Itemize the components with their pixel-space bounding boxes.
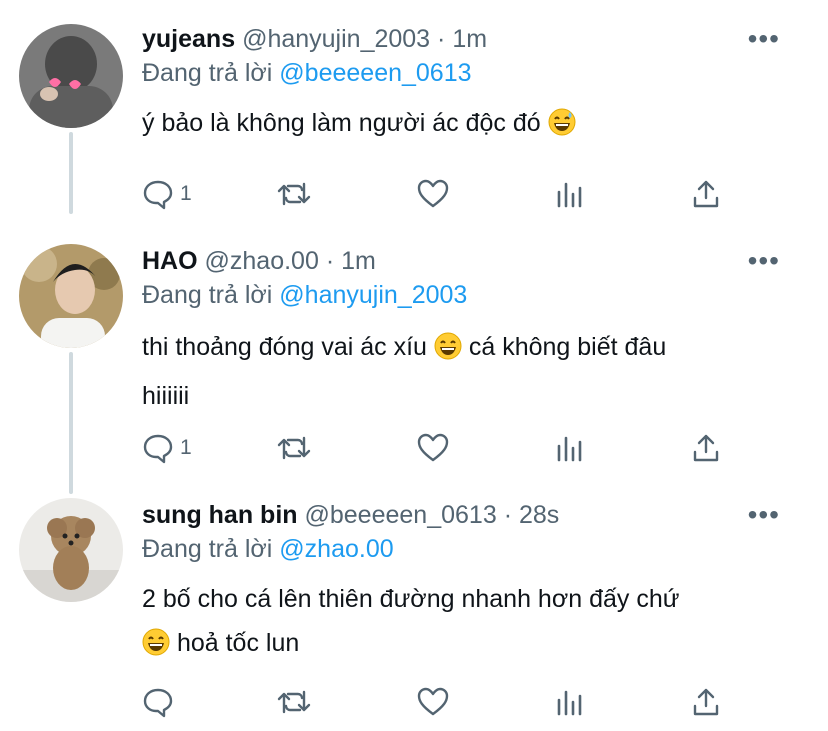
reply-button[interactable] bbox=[142, 684, 180, 720]
display-name[interactable]: HAO bbox=[142, 247, 198, 275]
display-name[interactable]: sung han bin bbox=[142, 501, 298, 529]
thread-connector bbox=[69, 132, 73, 214]
tweet-actions bbox=[142, 684, 742, 720]
tweet-body: sung han bin @beeeeen_0613 · 28s ••• Đan… bbox=[142, 500, 808, 670]
replying-to: Đang trả lời @hanyujin_2003 bbox=[142, 279, 808, 311]
reply-icon bbox=[143, 434, 173, 464]
share-button[interactable] bbox=[690, 684, 722, 720]
reply-icon bbox=[143, 688, 173, 718]
tweet-text-line: 2 bố cho cá lên thiên đường nhanh hơn đấ… bbox=[142, 585, 680, 613]
separator: · bbox=[503, 501, 513, 529]
analytics-button[interactable] bbox=[555, 430, 585, 466]
user-handle[interactable]: @hanyujin_2003 bbox=[242, 25, 430, 53]
display-name[interactable]: yujeans bbox=[142, 25, 235, 53]
reply-count: 1 bbox=[180, 436, 192, 459]
tweet-text-line: hoả tốc lun bbox=[176, 629, 300, 657]
like-button[interactable] bbox=[416, 176, 450, 212]
reply-count: 1 bbox=[180, 182, 192, 205]
replying-to-label: Đang trả lời bbox=[142, 535, 273, 563]
avatar[interactable] bbox=[19, 24, 123, 128]
reply-button[interactable]: 1 bbox=[142, 176, 192, 212]
grin-emoji-icon bbox=[434, 330, 462, 374]
share-icon bbox=[693, 180, 719, 208]
tweet-body: yujeans @hanyujin_2003 · 1m ••• Đang trả… bbox=[142, 24, 808, 150]
grinning-sweat-emoji-icon bbox=[548, 106, 576, 150]
avatar[interactable] bbox=[19, 498, 123, 602]
tweet-text: 2 bố cho cá lên thiên đường nhanh hơn đấ… bbox=[142, 577, 808, 670]
tweet-text-line: thi thoảng đóng vai ác xíu bbox=[142, 333, 427, 361]
separator: · bbox=[325, 247, 335, 275]
analytics-button[interactable] bbox=[555, 176, 585, 212]
grin-emoji-icon bbox=[142, 626, 170, 670]
replying-to-handle[interactable]: @hanyujin_2003 bbox=[279, 281, 467, 309]
share-button[interactable] bbox=[690, 176, 722, 212]
share-icon bbox=[693, 434, 719, 462]
replying-to: Đang trả lời @zhao.00 bbox=[142, 533, 808, 565]
reply-icon bbox=[143, 180, 173, 210]
like-button[interactable] bbox=[416, 684, 450, 720]
retweet-icon bbox=[277, 182, 311, 206]
retweet-button[interactable] bbox=[276, 684, 312, 720]
replying-to: Đang trả lời @beeeeen_0613 bbox=[142, 57, 808, 89]
like-button[interactable] bbox=[416, 430, 450, 466]
heart-icon bbox=[417, 687, 449, 716]
tweet-body: HAO @zhao.00 · 1m ••• Đang trả lời @hany… bbox=[142, 246, 808, 418]
tweet-text-line: hiiiiii bbox=[142, 382, 190, 410]
analytics-icon bbox=[557, 182, 582, 208]
retweet-icon bbox=[277, 436, 311, 460]
replying-to-handle[interactable]: @beeeeen_0613 bbox=[279, 59, 471, 87]
retweet-icon bbox=[277, 690, 311, 714]
tweet-text-line: cá không biết đâu bbox=[468, 333, 667, 361]
timestamp[interactable]: 28s bbox=[519, 501, 559, 529]
tweet-header: yujeans @hanyujin_2003 · 1m bbox=[142, 24, 808, 54]
user-handle[interactable]: @zhao.00 bbox=[205, 247, 319, 275]
timestamp[interactable]: 1m bbox=[452, 25, 487, 53]
timestamp[interactable]: 1m bbox=[341, 247, 376, 275]
thread-connector bbox=[69, 352, 73, 494]
heart-icon bbox=[417, 433, 449, 462]
tweet-actions: 1 bbox=[142, 430, 742, 466]
more-options-icon[interactable]: ••• bbox=[748, 501, 780, 529]
replying-to-label: Đang trả lời bbox=[142, 281, 273, 309]
separator: · bbox=[437, 25, 446, 53]
analytics-icon bbox=[557, 690, 582, 716]
tweet-header: HAO @zhao.00 · 1m bbox=[142, 246, 808, 276]
more-options-icon[interactable]: ••• bbox=[748, 25, 780, 53]
more-options-icon[interactable]: ••• bbox=[748, 247, 780, 275]
replying-to-handle[interactable]: @zhao.00 bbox=[279, 535, 393, 563]
analytics-button[interactable] bbox=[555, 684, 585, 720]
analytics-icon bbox=[557, 436, 582, 462]
replying-to-label: Đang trả lời bbox=[142, 59, 273, 87]
tweet-text: thi thoảng đóng vai ác xíu cá không biết… bbox=[142, 325, 808, 418]
user-handle[interactable]: @beeeeen_0613 bbox=[305, 501, 497, 529]
tweet-text: ý bảo là không làm người ác độc đó bbox=[142, 101, 808, 150]
share-icon bbox=[693, 688, 719, 716]
tweet-header: sung han bin @beeeeen_0613 · 28s bbox=[142, 500, 808, 530]
retweet-button[interactable] bbox=[276, 176, 312, 212]
avatar[interactable] bbox=[19, 244, 123, 348]
tweet-text-content: ý bảo là không làm người ác độc đó bbox=[142, 109, 541, 137]
retweet-button[interactable] bbox=[276, 430, 312, 466]
share-button[interactable] bbox=[690, 430, 722, 466]
reply-button[interactable]: 1 bbox=[142, 430, 192, 466]
tweet-actions: 1 bbox=[142, 176, 742, 212]
heart-icon bbox=[417, 179, 449, 208]
